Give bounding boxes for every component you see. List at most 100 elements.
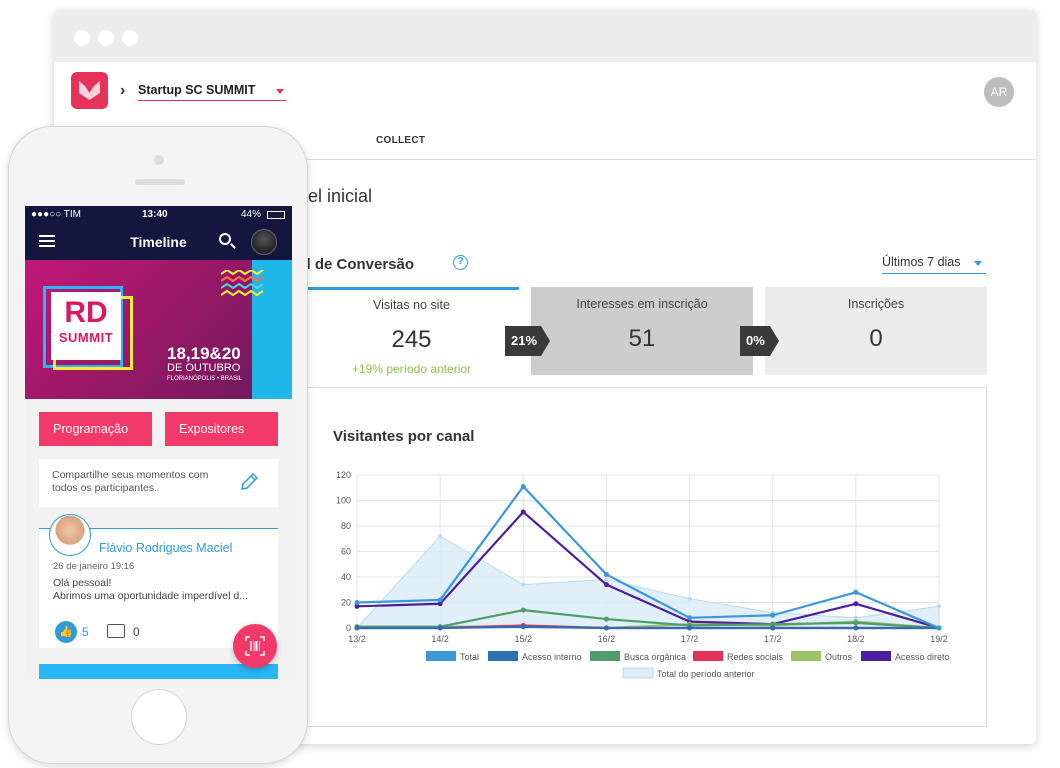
logo-summit: SUMMIT bbox=[58, 330, 114, 345]
pencil-icon[interactable] bbox=[239, 472, 259, 492]
legend-label: Total do período anterior bbox=[657, 669, 755, 679]
zigzag-decoration-icon bbox=[221, 270, 264, 296]
banner-month: DE OUTUBRO bbox=[167, 362, 241, 374]
funnel-box-registrations[interactable]: Inscrições 0 bbox=[765, 287, 987, 375]
x-tick-label: 18/2 bbox=[847, 634, 865, 644]
window-maximize-dot[interactable] bbox=[122, 30, 138, 46]
series-point bbox=[437, 625, 443, 631]
funnel-box-delta: +19% período anterior bbox=[351, 362, 472, 376]
barcode-icon bbox=[245, 636, 265, 656]
post-line: Abrimos uma oportunidade imperdível d... bbox=[53, 590, 248, 602]
comparison-point bbox=[604, 577, 609, 582]
legend-label: Acesso direto bbox=[895, 652, 950, 662]
barcode-scan-button[interactable] bbox=[233, 624, 277, 668]
y-tick-label: 20 bbox=[341, 598, 351, 608]
series-point bbox=[437, 597, 443, 603]
legend-label: Acesso interno bbox=[522, 652, 582, 662]
legend-label: Outros bbox=[825, 652, 853, 662]
chart-panel: Visitantes por canal 0 20 40 60 80 100 120 13/2… bbox=[304, 387, 987, 727]
series-point bbox=[354, 625, 360, 631]
series-point bbox=[603, 571, 609, 577]
comparison-point bbox=[438, 534, 443, 539]
x-tick-label: 13/2 bbox=[348, 634, 366, 644]
nav-item-collect[interactable]: COLLECT bbox=[376, 135, 425, 146]
window-close-dot[interactable] bbox=[74, 30, 90, 46]
like-count: 5 bbox=[82, 625, 89, 639]
y-tick-label: 60 bbox=[341, 547, 351, 557]
phone-home-button[interactable] bbox=[131, 689, 187, 745]
exhibitors-button[interactable]: Expositores bbox=[165, 412, 278, 446]
series-point bbox=[853, 625, 859, 631]
browser-title-bar bbox=[54, 10, 1036, 62]
comment-icon[interactable] bbox=[107, 624, 125, 638]
series-point bbox=[603, 616, 609, 622]
comparison-point bbox=[687, 596, 692, 601]
app-header: › Startup SC SUMMIT AR bbox=[54, 62, 1036, 122]
legend-label: Total bbox=[460, 652, 479, 662]
funnel-box-visits[interactable]: Visitas no site 245 +19% período anterio… bbox=[304, 287, 519, 376]
legend-swatch bbox=[590, 651, 620, 661]
battery-percent: 44% bbox=[241, 209, 262, 220]
x-tick-label: 14/2 bbox=[431, 634, 449, 644]
comment-count: 0 bbox=[133, 625, 140, 639]
phone-camera bbox=[154, 155, 164, 165]
x-tick-label: 17/2 bbox=[764, 634, 782, 644]
comparison-area bbox=[355, 535, 940, 629]
post-date: 26 de janeiro 19:16 bbox=[53, 561, 135, 572]
project-selector[interactable]: Startup SC SUMMIT bbox=[138, 83, 286, 101]
post-author-avatar[interactable] bbox=[49, 514, 91, 556]
series-point bbox=[853, 620, 859, 626]
app-logo[interactable] bbox=[71, 72, 108, 109]
event-banner[interactable]: RD SUMMIT 18,19&20 DE OUTUBRO FLORIANÓPO… bbox=[25, 260, 292, 399]
x-tick-label: 17/2 bbox=[681, 634, 699, 644]
series-point bbox=[520, 483, 526, 489]
x-tick-label: 19/2 bbox=[930, 634, 948, 644]
funnel-box-value: 0 bbox=[869, 325, 883, 352]
phone-screen: ●●●○○ TIM 13:40 44% Timeline RD SUMMIT 1… bbox=[25, 206, 292, 679]
y-tick-label: 0 bbox=[346, 623, 351, 633]
battery-icon bbox=[267, 211, 285, 219]
search-icon[interactable] bbox=[219, 233, 231, 245]
series-point bbox=[603, 582, 609, 588]
y-tick-label: 100 bbox=[336, 496, 351, 506]
legend-label: Redes sociais bbox=[727, 652, 784, 662]
logo-rd: RD bbox=[64, 296, 108, 329]
series-point bbox=[853, 601, 859, 607]
banner-date: 18,19&20 bbox=[167, 344, 241, 363]
app-bar: Timeline bbox=[25, 224, 292, 260]
series-point bbox=[936, 625, 942, 631]
conversion-rate-badge: 0% bbox=[740, 326, 779, 356]
period-selector[interactable]: Últimos 7 dias bbox=[882, 255, 986, 274]
share-card[interactable]: Compartilhe seus momentos com todos os p… bbox=[39, 459, 278, 507]
breadcrumb-chevron-icon: › bbox=[120, 82, 126, 99]
comparison-point bbox=[521, 582, 526, 587]
series-point bbox=[687, 625, 693, 631]
profile-avatar[interactable] bbox=[251, 229, 277, 255]
legend-swatch bbox=[622, 667, 654, 679]
status-bar: ●●●○○ TIM 13:40 44% bbox=[25, 206, 292, 224]
window-minimize-dot[interactable] bbox=[98, 30, 114, 46]
series-point bbox=[520, 607, 526, 613]
post-author-name[interactable]: Flávio Rodrigues Maciel bbox=[99, 541, 232, 555]
period-value: Últimos 7 dias bbox=[882, 255, 961, 269]
funnel-box-value: 51 bbox=[628, 325, 656, 352]
help-icon[interactable]: ? bbox=[453, 255, 468, 270]
banner-city: FLORIANÓPOLIS • BRASIL bbox=[167, 376, 243, 382]
x-tick-label: 16/2 bbox=[598, 634, 616, 644]
phone-speaker bbox=[135, 179, 185, 185]
legend-swatch bbox=[791, 651, 821, 661]
y-tick-label: 40 bbox=[341, 572, 351, 582]
program-button[interactable]: Programação bbox=[39, 412, 152, 446]
caret-down-icon bbox=[974, 261, 982, 266]
legend-swatch bbox=[426, 651, 456, 661]
like-icon[interactable]: 👍 bbox=[55, 621, 77, 643]
series-point bbox=[354, 600, 360, 605]
carrier-label: ●●●○○ TIM bbox=[31, 209, 82, 220]
project-name: Startup SC SUMMIT bbox=[138, 83, 256, 97]
caret-down-icon bbox=[276, 89, 284, 94]
series-point bbox=[770, 625, 776, 631]
conversion-rate-badge: 21% bbox=[505, 326, 550, 356]
visitors-by-channel-chart: 0 20 40 60 80 100 120 13/2 14/2 15/2 16/2 17/2 17/2 1… bbox=[336, 470, 950, 679]
funnel-box-interests[interactable]: Interesses em inscrição 51 bbox=[531, 287, 753, 375]
user-avatar[interactable]: AR bbox=[984, 77, 1014, 107]
